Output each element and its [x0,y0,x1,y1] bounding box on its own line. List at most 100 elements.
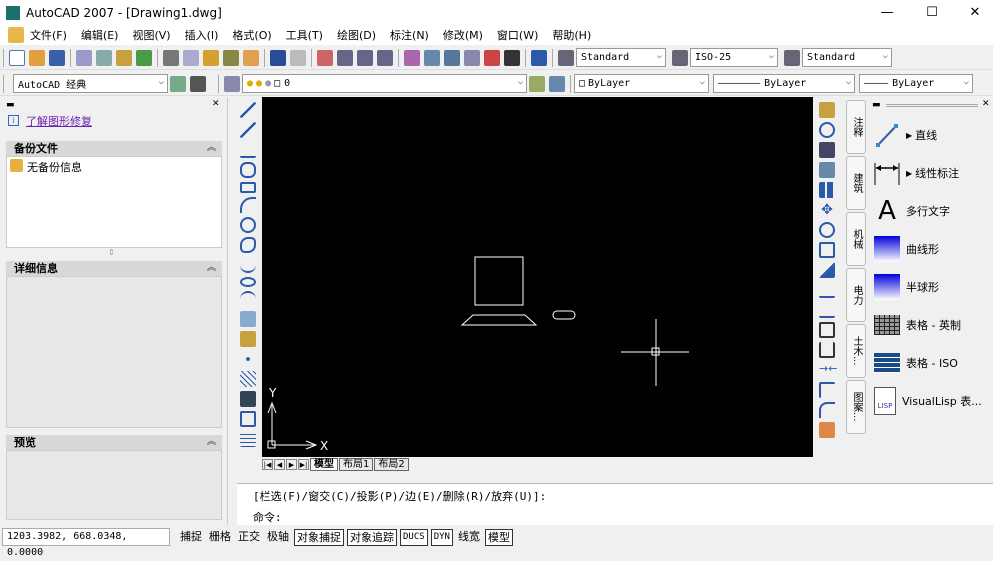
workspace-select[interactable]: AutoCAD 经典 ⌵ [13,74,168,93]
array-icon[interactable] [819,182,835,198]
drawing-canvas[interactable]: Y X [262,97,813,457]
block-editor-icon[interactable] [243,49,259,66]
palette-minimize-icon[interactable]: ▬ [872,100,881,110]
preview-icon[interactable] [96,49,112,66]
insert-block-icon[interactable] [240,311,256,327]
layer-manager-icon[interactable] [224,75,240,92]
break-icon[interactable] [819,342,835,358]
make-current-layer-icon[interactable] [529,75,545,92]
menu-file[interactable]: 文件(F) [30,27,67,43]
extend-icon[interactable] [819,302,835,318]
revision-cloud-icon[interactable] [240,237,256,253]
palette-close-icon[interactable]: ✕ [982,99,990,109]
table-style-select[interactable]: Standard ⌵ [802,48,892,67]
zoom-realtime-icon[interactable] [337,49,353,66]
web-icon[interactable] [136,49,152,66]
monitor-rectangle[interactable] [474,256,524,306]
fillet-icon[interactable] [819,402,835,418]
properties-icon[interactable] [404,49,420,66]
menu-tools[interactable]: 工具(T) [286,27,323,43]
erase-icon[interactable] [819,102,835,118]
next-tab-button[interactable]: ▶ [286,458,297,470]
lineweight-select[interactable]: ———— ByLayer ⌵ [859,74,973,93]
close-button[interactable]: ✕ [955,0,993,25]
first-tab-button[interactable]: |◀ [262,458,273,470]
make-block-icon[interactable] [240,331,256,347]
scale-icon[interactable] [819,242,835,258]
grid-toggle[interactable]: 栅格 [207,529,233,546]
new-icon[interactable] [9,49,25,66]
learn-recovery-link[interactable]: 了解图形修复 [26,113,92,129]
my-workspace-icon[interactable] [190,75,206,92]
point-icon[interactable] [240,351,256,367]
tool-palettes-icon[interactable] [444,49,460,66]
stretch-icon[interactable] [819,262,835,278]
palette-item-linear-dimension[interactable]: ▶ 线性标注 [874,156,993,190]
rectangle-icon[interactable] [240,182,256,193]
table-icon[interactable] [240,431,256,447]
maximize-button[interactable]: ☐ [912,0,952,25]
zoom-window-icon[interactable] [357,49,373,66]
menu-window[interactable]: 窗口(W) [497,27,538,43]
dim-style-select[interactable]: ISO-25 ⌵ [690,48,778,67]
palette-item-line[interactable]: ▶ 直线 [874,118,993,152]
hatch-icon[interactable] [240,371,256,387]
gradient-icon[interactable] [240,391,256,407]
menu-draw[interactable]: 绘图(D) [337,27,376,43]
details-header[interactable]: 详细信息 ︽ [6,261,222,276]
menu-help[interactable]: 帮助(H) [552,27,591,43]
model-toggle[interactable]: 模型 [484,528,513,546]
publish-icon[interactable] [116,49,132,66]
design-center-icon[interactable] [424,49,440,66]
otrack-toggle[interactable]: 对象追踪 [347,528,397,546]
polyline-icon[interactable] [240,142,256,158]
spline-icon[interactable] [240,257,256,273]
mirror-icon[interactable] [819,142,835,158]
menu-dimension[interactable]: 标注(N) [390,27,429,43]
print-icon[interactable] [76,49,92,66]
dyn-toggle[interactable]: DYN [430,528,453,546]
minimize-button[interactable]: — [867,0,907,25]
menu-modify[interactable]: 修改(M) [443,27,483,43]
snap-toggle[interactable]: 捕捉 [178,529,204,546]
color-select[interactable]: □ ByLayer ⌵ [574,74,709,93]
tab-layout2[interactable]: 布局2 [374,457,409,471]
rotate-icon[interactable] [819,222,835,238]
move-icon[interactable]: ✥ [819,202,835,218]
last-tab-button[interactable]: ▶| [298,458,309,470]
keyboard-trapezoid[interactable] [460,314,538,326]
palette-tab-electrical[interactable]: 电力 [846,268,866,322]
menu-view[interactable]: 视图(V) [132,27,170,43]
offset-icon[interactable] [819,162,835,178]
help-icon[interactable] [531,49,547,66]
ducs-toggle[interactable]: DUCS [400,528,428,546]
tab-model[interactable]: 模型 [310,457,338,471]
text-style-select[interactable]: Standard ⌵ [576,48,666,67]
splitter-handle[interactable]: ⇕ [108,248,115,257]
command-prompt[interactable]: 命令: [253,509,282,525]
match-properties-icon[interactable] [223,49,239,66]
undo-icon[interactable] [270,49,286,66]
cut-icon[interactable] [163,49,179,66]
palette-tab-annotation[interactable]: 注释 [846,100,866,154]
palette-tab-civil[interactable]: 土木... [846,324,866,378]
prev-tab-button[interactable]: ◀ [274,458,285,470]
osnap-toggle[interactable]: 对象捕捉 [294,528,344,546]
redo-icon[interactable] [290,49,306,66]
join-icon[interactable]: →← [819,362,837,378]
layer-select[interactable]: ● ● ● □ 0 ⌵ [242,74,527,93]
close-panel-icon[interactable]: ✕ [212,99,220,109]
palette-tab-hatch[interactable]: 图案... [846,380,866,434]
ellipse-arc-icon[interactable] [240,291,256,307]
tab-layout1[interactable]: 布局1 [339,457,374,471]
menu-insert[interactable]: 插入(I) [185,27,219,43]
palette-item-mtext[interactable]: A 多行文字 [874,194,993,228]
layer-previous-icon[interactable] [549,75,565,92]
ellipse-icon[interactable] [240,277,256,287]
copy-object-icon[interactable] [819,122,835,138]
pan-icon[interactable] [317,49,333,66]
ortho-toggle[interactable]: 正交 [236,529,262,546]
backup-files-header[interactable]: 备份文件 ︽ [6,141,222,156]
workspace-settings-icon[interactable] [170,75,186,92]
palette-item-curved-gradient[interactable]: 曲线形 [874,232,993,266]
